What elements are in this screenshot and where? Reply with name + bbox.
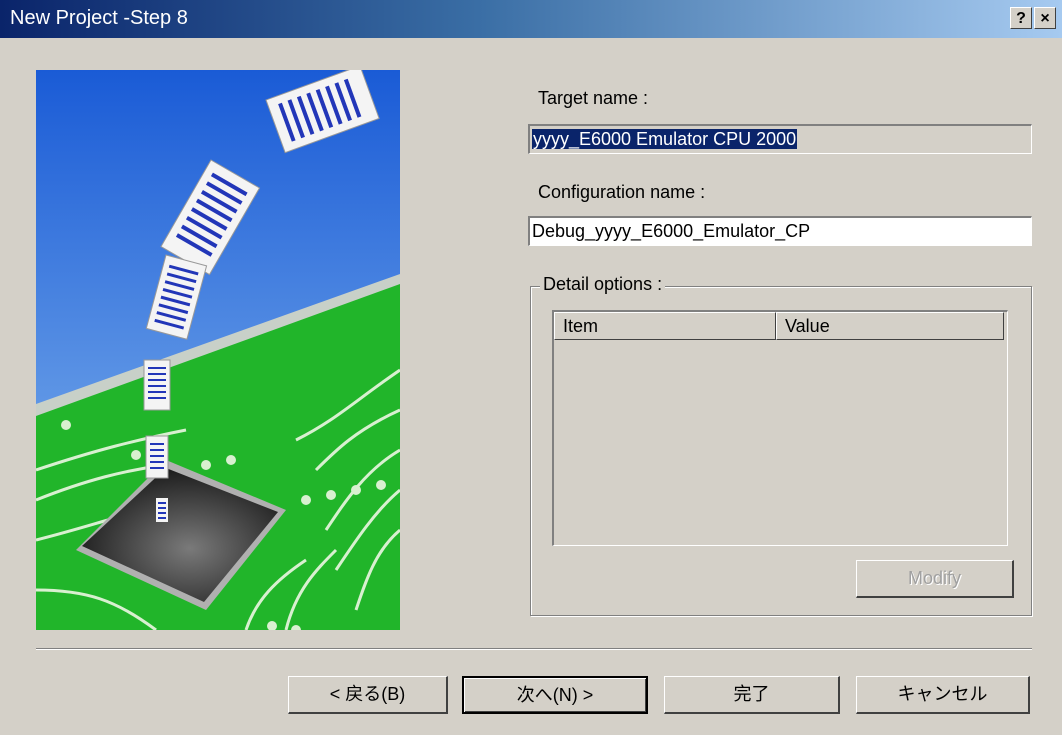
- target-name-value: yyyy_E6000 Emulator CPU 2000: [532, 129, 798, 149]
- title-bar: New Project -Step 8 ? ×: [0, 0, 1062, 38]
- column-header-value[interactable]: Value: [776, 312, 1004, 340]
- finish-button[interactable]: 完了: [664, 676, 840, 714]
- help-button[interactable]: ?: [1010, 7, 1032, 29]
- window-title: New Project -Step 8: [10, 7, 188, 29]
- configuration-name-input[interactable]: Debug_yyyy_E6000_Emulator_CP: [528, 216, 1032, 246]
- configuration-name-label: Configuration name :: [538, 182, 706, 202]
- column-header-item[interactable]: Item: [554, 312, 776, 340]
- target-name-label: Target name :: [538, 88, 649, 108]
- detail-options-legend: Detail options :: [540, 274, 666, 295]
- target-name-field[interactable]: yyyy_E6000 Emulator CPU 2000: [528, 124, 1032, 154]
- modify-button[interactable]: Modify: [856, 560, 1014, 598]
- separator: [36, 648, 1032, 650]
- detail-options-list[interactable]: Item Value: [552, 310, 1008, 546]
- cancel-button[interactable]: キャンセル: [856, 676, 1030, 714]
- back-button[interactable]: < 戻る(B): [288, 676, 448, 714]
- wizard-illustration: [36, 70, 400, 630]
- close-button[interactable]: ×: [1034, 7, 1056, 29]
- next-button[interactable]: 次へ(N) >: [462, 676, 648, 714]
